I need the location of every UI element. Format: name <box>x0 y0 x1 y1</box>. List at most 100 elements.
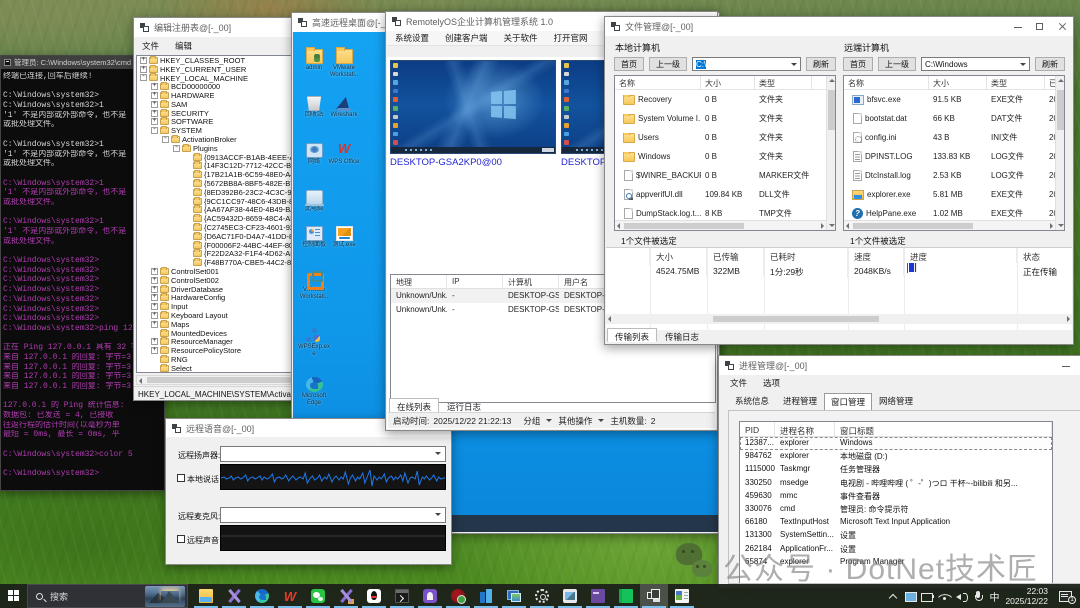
process-tab[interactable]: 系统信息 <box>728 392 776 410</box>
remote-desktop-icon[interactable]: Microsoft Edge <box>297 377 331 407</box>
taskbar-app-button[interactable] <box>220 584 248 608</box>
menu-item[interactable]: 关于软件 <box>496 29 546 47</box>
column-header[interactable]: 地理 <box>391 275 447 288</box>
tray-chevron-icon[interactable] <box>887 590 900 603</box>
window-row[interactable]: 12387... explorer Windows <box>740 437 1052 450</box>
taskbar-search[interactable]: 搜索 <box>27 584 188 608</box>
process-tab[interactable]: 进程管理 <box>776 392 824 410</box>
taskbar-app-button[interactable] <box>668 584 696 608</box>
taskbar-app-button[interactable] <box>556 584 584 608</box>
transfer-hscrollbar[interactable] <box>606 314 1072 324</box>
remote-home-button[interactable]: 首页 <box>843 57 873 71</box>
column-header[interactable]: 状态 <box>1017 248 1072 263</box>
window-list-header[interactable]: PID 进程名称 窗口标题 <box>740 422 1052 437</box>
process-tab[interactable]: 网络管理 <box>872 392 920 410</box>
local-file-list-header[interactable]: 名称 大小 类型 <box>615 76 835 90</box>
file-row[interactable]: bfsvc.exe 91.5 KB EXE文件 2025 <box>844 90 1064 109</box>
window-row[interactable]: 459630 mmc 事件查看器 <box>740 490 1052 503</box>
tree-expander-icon[interactable]: + <box>151 286 158 293</box>
tree-expander-icon[interactable]: + <box>151 83 158 90</box>
menu-item[interactable]: 文件 <box>722 374 755 392</box>
remote-hscrollbar[interactable] <box>844 220 1055 230</box>
tree-expander-icon[interactable]: + <box>151 101 158 108</box>
file-row[interactable]: DPINST.LOG 133.83 KB LOG文件 2025 <box>844 147 1064 166</box>
column-header[interactable]: 类型 <box>987 76 1045 89</box>
local-vscrollbar[interactable] <box>826 76 835 230</box>
group-dropdown[interactable]: 分组 <box>523 415 540 427</box>
close-button[interactable] <box>1051 17 1073 36</box>
transfer-header[interactable]: 大小 已传输 已耗时 速度 进度 状态 <box>606 248 1072 263</box>
remote-sound-checkbox[interactable] <box>177 535 185 543</box>
maximize-button[interactable] <box>1029 17 1051 36</box>
column-header[interactable]: 大小 <box>650 248 707 263</box>
file-row[interactable]: Recovery 0 B 文件夹 <box>615 90 835 109</box>
minimize-button[interactable] <box>1055 356 1077 375</box>
tree-expander-icon[interactable]: + <box>151 268 158 275</box>
taskbar-app-button[interactable] <box>304 584 332 608</box>
taskbar-app-button[interactable] <box>500 584 528 608</box>
tray-display-icon[interactable] <box>904 590 917 603</box>
column-header[interactable]: 名称 <box>615 76 701 89</box>
remote-vscrollbar[interactable] <box>1055 76 1064 230</box>
remote-desktop-icon[interactable]: VMware Workstati.. <box>327 49 361 79</box>
menu-item[interactable]: 打开官网 <box>546 29 596 47</box>
ime-indicator[interactable]: 中 <box>989 589 999 604</box>
column-header[interactable]: IP <box>447 275 503 288</box>
remote-desktop-icon[interactable]: 测试.exe <box>327 226 361 249</box>
taskbar-app-button[interactable] <box>584 584 612 608</box>
tree-expander-icon[interactable]: + <box>140 57 147 64</box>
remote-refresh-button[interactable]: 刷新 <box>1035 57 1065 71</box>
column-header[interactable]: 计算机 <box>503 275 559 288</box>
menu-item[interactable]: 系统设置 <box>387 29 437 47</box>
column-header[interactable]: 速度 <box>848 248 904 263</box>
host-thumbnail[interactable]: DESKTOP-GSA2KP0@00 <box>390 60 556 168</box>
file-row[interactable]: Users 0 B 文件夹 <box>615 128 835 147</box>
window-row[interactable]: 131300 SystemSettin... 设置 <box>740 529 1052 542</box>
column-header[interactable]: 类型 <box>755 76 812 89</box>
file-manager-tab[interactable]: 传输日志 <box>657 328 707 342</box>
file-row[interactable]: explorer.exe 5.81 MB EXE文件 2025 <box>844 185 1064 204</box>
column-header[interactable]: 进度 <box>904 248 1017 263</box>
file-row[interactable]: $WINRE_BACKUP... 0 B MARKER文件 <box>615 166 835 185</box>
tree-expander-icon[interactable]: + <box>151 277 158 284</box>
file-row[interactable]: bootstat.dat 66 KB DAT文件 2025 <box>844 109 1064 128</box>
file-manager-titlebar[interactable]: 文件管理@[-_00] <box>605 17 1073 36</box>
tree-expander-icon[interactable]: - <box>162 136 169 143</box>
file-row[interactable]: appverifUI.dll 109.84 KB DLL文件 <box>615 185 835 204</box>
local-hscrollbar[interactable] <box>615 220 826 230</box>
window-row[interactable]: 66180 TextInputHost Microsoft Text Input… <box>740 516 1052 529</box>
remote-desktop-icon[interactable]: WPS Office <box>327 143 361 166</box>
speaker-combobox[interactable] <box>220 446 446 462</box>
file-row[interactable]: System Volume I... 0 B 文件夹 <box>615 109 835 128</box>
remote-path-combobox[interactable]: C:\Windows <box>921 57 1030 71</box>
taskbar-app-button[interactable] <box>612 584 640 608</box>
window-row[interactable]: 1115000 Taskmgr 任务管理器 <box>740 463 1052 476</box>
remote-desktop-icon[interactable]: 网络 <box>297 143 331 166</box>
column-header[interactable]: PID <box>740 422 775 436</box>
tray-volume-icon[interactable] <box>955 590 968 603</box>
remote-up-button[interactable]: 上一级 <box>878 57 916 71</box>
tree-expander-icon[interactable]: + <box>151 303 158 310</box>
column-header[interactable]: 窗口标题 <box>835 422 1052 436</box>
taskbar-app-button[interactable] <box>360 584 388 608</box>
column-header[interactable]: 名称 <box>844 76 929 89</box>
local-talk-checkbox[interactable] <box>177 474 185 482</box>
process-tab[interactable]: 窗口管理 <box>824 393 872 411</box>
file-manager-tab[interactable]: 传输列表 <box>607 328 657 342</box>
tree-expander-icon[interactable]: + <box>151 312 158 319</box>
remote-desktop-icon[interactable]: 控制面板 <box>297 226 331 249</box>
tree-expander-icon[interactable]: + <box>140 66 147 73</box>
taskbar-app-button[interactable] <box>528 584 556 608</box>
tree-expander-icon[interactable]: + <box>151 347 158 354</box>
local-refresh-button[interactable]: 刷新 <box>806 57 836 71</box>
remote-desktop-icon[interactable]: 此电脑 <box>297 190 331 213</box>
taskbar-app-button[interactable] <box>248 584 276 608</box>
remote-desktop-icon[interactable]: admin <box>297 49 331 72</box>
tray-battery-icon[interactable] <box>921 590 934 603</box>
taskbar-app-button[interactable] <box>332 584 360 608</box>
window-row[interactable]: 330250 msedge 电视剧 - 哔哩哔哩 ( ゜-゜)つロ 干杯~-bi… <box>740 477 1052 490</box>
taskbar-clock[interactable]: 22:03 2025/12/22 <box>1005 586 1048 606</box>
tree-expander-icon[interactable]: + <box>151 118 158 125</box>
mic-combobox[interactable] <box>220 507 446 523</box>
column-header[interactable]: 已传输 <box>707 248 764 263</box>
